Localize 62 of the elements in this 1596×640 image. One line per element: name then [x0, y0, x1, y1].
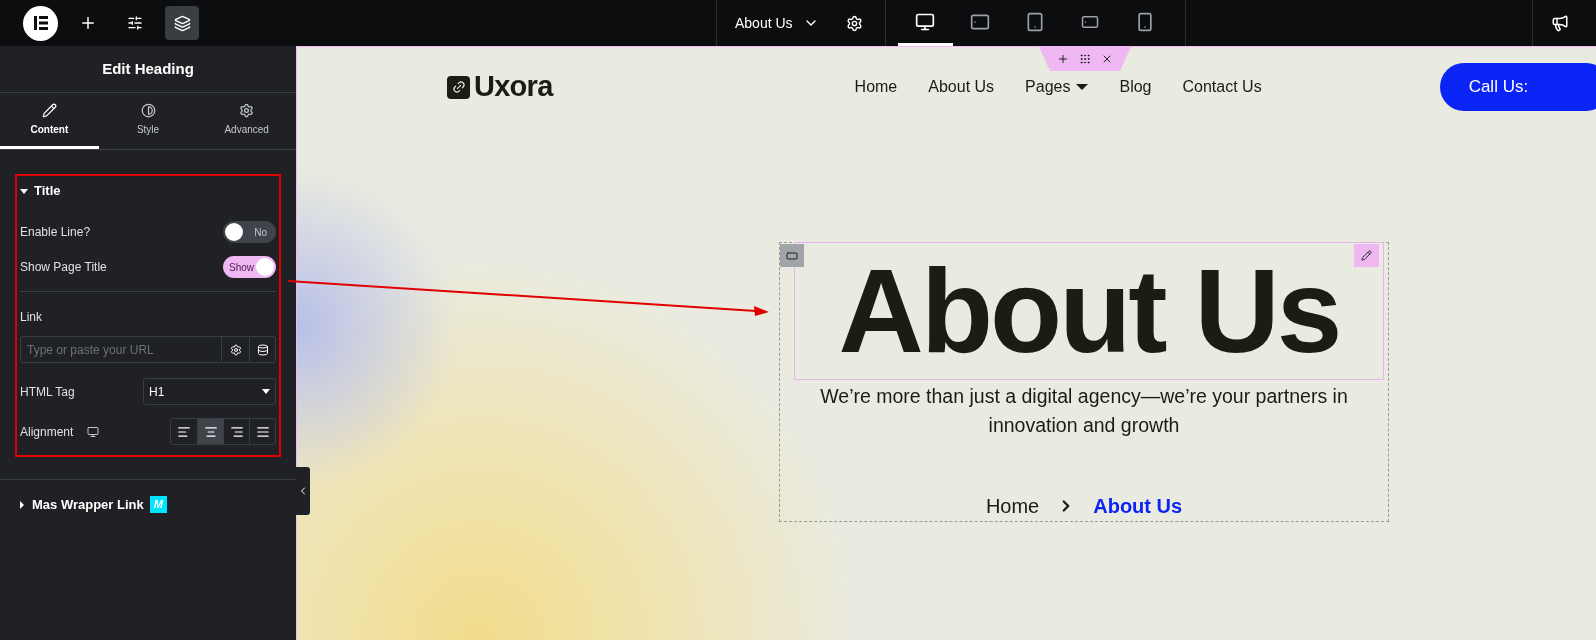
contrast-icon — [140, 102, 156, 118]
section-header[interactable]: Mas Wrapper Link — [20, 495, 144, 515]
panel-title: Edit Heading — [102, 58, 194, 79]
html-tag-select[interactable]: H1 — [143, 378, 276, 405]
settings-icon — [846, 14, 864, 32]
control-label: Link — [20, 310, 42, 324]
drag-handle-icon — [1079, 53, 1091, 65]
logo-mark-icon — [447, 75, 470, 99]
nav-link[interactable]: Pages — [1025, 75, 1089, 99]
sliders-icon — [127, 15, 143, 31]
site-logo: Uxora — [474, 69, 553, 105]
desktop-icon[interactable] — [87, 425, 100, 438]
section-header[interactable]: Title — [20, 181, 61, 201]
logo-icon[interactable] — [23, 5, 58, 41]
alignment-button[interactable] — [197, 419, 223, 444]
link-options-button[interactable] — [222, 336, 249, 363]
align-left-icon — [177, 424, 191, 439]
hero-subtitle: We’re more than just a digital agency—we’re your partners in innovation and growth — [819, 384, 1349, 438]
layers-icon — [173, 14, 191, 32]
desktop-icon — [915, 11, 936, 32]
align-justify-icon — [255, 424, 270, 439]
page-heading: About Us — [838, 252, 1340, 370]
caret-icon — [20, 188, 28, 194]
nav-link[interactable]: Blog — [1119, 75, 1152, 99]
control-label: HTML Tag — [20, 383, 75, 401]
nav-link[interactable]: Home — [854, 75, 898, 99]
settings-icon — [229, 343, 242, 356]
panel-tab[interactable]: Content — [0, 93, 99, 149]
url-input[interactable]: Type or paste your URL — [20, 336, 222, 363]
megaphone-icon[interactable] — [1551, 14, 1569, 32]
gear-icon — [239, 102, 255, 118]
caret-icon — [20, 500, 24, 509]
layers-button[interactable] — [165, 6, 199, 40]
badge: M — [149, 496, 167, 514]
breadcrumb-link[interactable]: Home — [985, 491, 1040, 521]
toggle-switch[interactable]: Show — [223, 256, 276, 278]
control-label: Show Page Title — [20, 259, 107, 276]
caret-icon — [262, 389, 270, 394]
toggle-knob — [256, 258, 274, 276]
align-right-icon — [229, 424, 244, 439]
page-selector[interactable]: About Us — [735, 12, 819, 34]
toggle-switch[interactable]: No — [223, 221, 276, 243]
nav-link[interactable]: Contact Us — [1182, 75, 1262, 99]
toggle-knob — [225, 223, 243, 241]
tablet-icon — [1025, 11, 1046, 32]
plus-icon — [79, 14, 97, 32]
edit-widget-icon[interactable] — [1354, 244, 1379, 267]
close-icon — [1101, 53, 1113, 65]
database-icon — [256, 343, 269, 356]
pencil-icon — [41, 102, 57, 118]
call-button[interactable]: Call Us: — [1439, 63, 1596, 111]
control-label: Alignment — [20, 423, 74, 441]
align-center-icon — [203, 424, 218, 439]
nav-link[interactable]: About Us — [928, 75, 995, 99]
panel-tab[interactable]: Advanced — [197, 93, 296, 149]
panel-tab[interactable]: Style — [98, 93, 198, 149]
collapse-panel-button[interactable] — [296, 467, 310, 515]
caret-icon — [1076, 84, 1089, 90]
dynamic-tags-button[interactable] — [249, 336, 276, 363]
breadcrumb-link[interactable]: About Us — [1093, 491, 1183, 521]
control-label: Enable Line? — [20, 224, 91, 241]
plus-icon — [1057, 53, 1069, 65]
